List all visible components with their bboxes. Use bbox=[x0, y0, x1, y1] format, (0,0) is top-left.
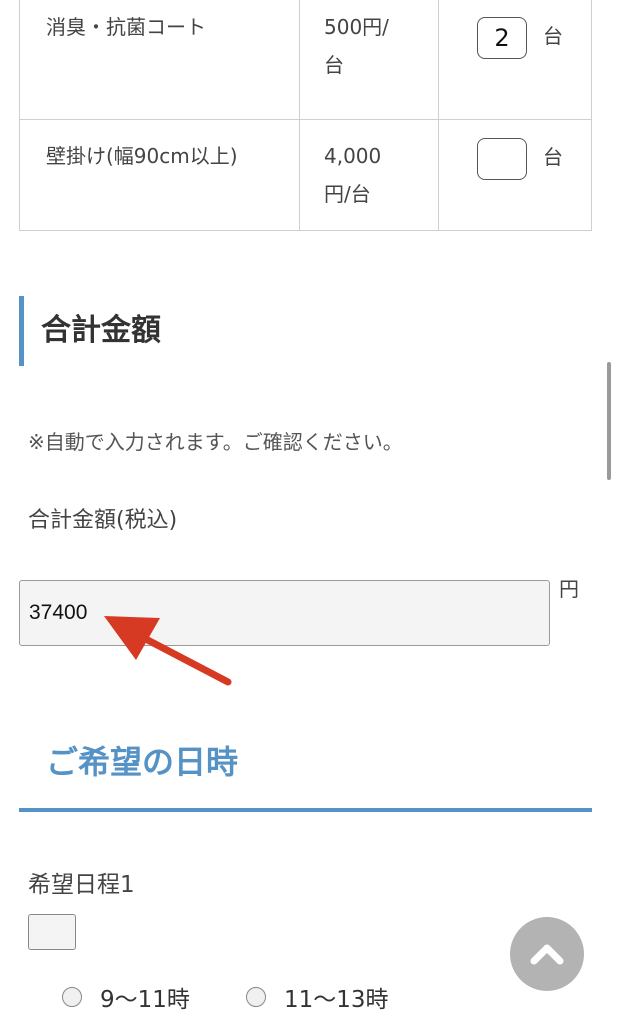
auto-fill-note: ※自動で入力されます。ご確認ください。 bbox=[28, 430, 403, 454]
option-qty-cell: 2 台 bbox=[438, 0, 592, 120]
preferred-date-label: 希望日程1 bbox=[28, 872, 135, 898]
option-qty-cell: 台 bbox=[438, 119, 592, 231]
scrollbar[interactable] bbox=[607, 362, 611, 480]
option-name: 壁掛け(幅90cm以上) bbox=[19, 119, 300, 231]
date-section-heading: ご希望の日時 bbox=[46, 743, 239, 781]
total-label: 合計金額(税込) bbox=[28, 508, 178, 533]
option-price: 4,000 円/台 bbox=[299, 119, 439, 231]
time-option[interactable]: 9〜11時 bbox=[62, 980, 190, 1014]
radio-button[interactable] bbox=[62, 987, 82, 1007]
table-row: 消臭・抗菌コート 500円/ 台 2 台 bbox=[19, 0, 592, 120]
page: 消臭・抗菌コート 500円/ 台 2 台 壁掛け(幅90cm以上) 4,000 … bbox=[0, 0, 617, 1024]
option-name: 消臭・抗菌コート bbox=[19, 0, 300, 120]
time-option[interactable]: 11〜13時 bbox=[246, 980, 389, 1014]
quantity-input[interactable]: 2 bbox=[477, 17, 527, 59]
radio-button[interactable] bbox=[246, 987, 266, 1007]
options-table: 消臭・抗菌コート 500円/ 台 2 台 壁掛け(幅90cm以上) 4,000 … bbox=[19, 0, 592, 231]
quantity-input[interactable] bbox=[477, 138, 527, 180]
total-unit: 円 bbox=[559, 577, 579, 601]
chevron-up-icon bbox=[530, 944, 564, 965]
scroll-top-button[interactable] bbox=[510, 917, 584, 991]
date-field[interactable] bbox=[28, 914, 76, 950]
divider bbox=[19, 808, 592, 812]
quantity-unit: 台 bbox=[543, 145, 563, 169]
total-section-heading: 合計金額 bbox=[19, 296, 589, 366]
total-amount-field[interactable]: 37400 bbox=[19, 580, 550, 646]
red-arrow-icon bbox=[104, 616, 232, 686]
quantity-unit: 台 bbox=[543, 24, 563, 48]
table-row: 壁掛け(幅90cm以上) 4,000 円/台 台 bbox=[19, 119, 592, 231]
option-price: 500円/ 台 bbox=[299, 0, 439, 120]
